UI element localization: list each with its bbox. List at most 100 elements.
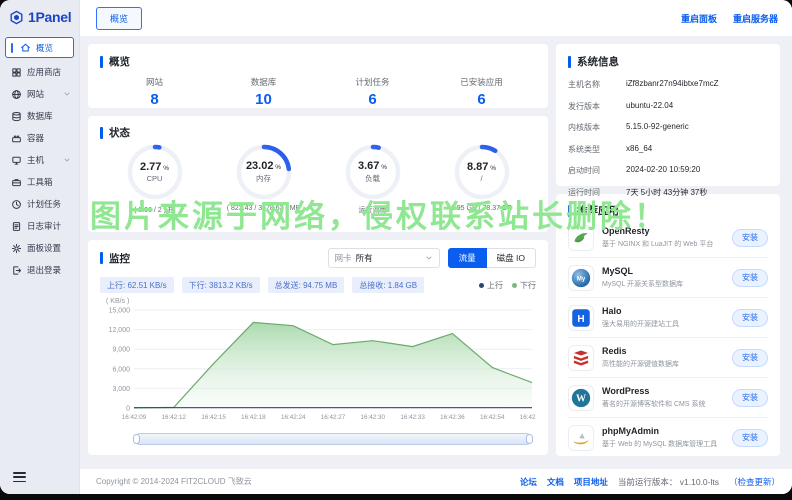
- sidebar-item-4[interactable]: 容器: [0, 127, 79, 149]
- traffic-badge: 下行: 3813.2 KB/s: [182, 277, 260, 293]
- sidebar-item-label: 主机: [27, 154, 44, 166]
- sidebar-item-2[interactable]: 网站: [0, 83, 79, 105]
- svg-text:16:42:33: 16:42:33: [400, 414, 425, 421]
- sidebar-item-3[interactable]: 数据库: [0, 105, 79, 127]
- footer-link[interactable]: 文档: [547, 476, 564, 488]
- overview-stat[interactable]: 网站8: [100, 76, 209, 108]
- footer-link[interactable]: 论坛: [520, 476, 537, 488]
- svg-text:9,000: 9,000: [112, 347, 130, 354]
- svg-text:16:42:15: 16:42:15: [201, 414, 226, 421]
- datazoom-handle-right[interactable]: [526, 434, 533, 444]
- title-bar-icon: [568, 205, 571, 217]
- phpmyadmin-icon: [568, 425, 594, 451]
- gauge-subtext: 6.95 GB / 78.37 GB: [451, 205, 512, 212]
- brand-logo: 1Panel: [0, 0, 79, 25]
- sidebar-item-5[interactable]: 主机: [0, 149, 79, 171]
- system-info-title: 系统信息: [568, 54, 768, 69]
- collapse-menu-button[interactable]: [13, 472, 26, 485]
- sidebar-item-label: 退出登录: [27, 264, 61, 276]
- container-icon: [11, 133, 22, 144]
- status-card: 状态 2.77 %CPU( 0.06 / 2 ) 核23.02 %内存( 823…: [88, 116, 548, 232]
- svg-text:15,000: 15,000: [109, 308, 131, 315]
- info-value: x86_64: [626, 144, 652, 155]
- stat-label: 数据库: [209, 76, 318, 88]
- app-row: HHalo强大易用的开源建站工具安装: [568, 298, 768, 338]
- gauge-value: 2.77 %: [140, 161, 169, 173]
- sidebar-item-10[interactable]: 退出登录: [0, 259, 79, 281]
- sidebar-item-6[interactable]: 工具箱: [0, 171, 79, 193]
- svg-text:16:42:18: 16:42:18: [241, 414, 266, 421]
- traffic-badge: 总接收: 1.84 GB: [352, 277, 424, 293]
- system-info-row: 发行版本 ubuntu-22.04: [568, 101, 768, 112]
- sidebar-item-7[interactable]: 计划任务: [0, 193, 79, 215]
- overview-stat[interactable]: 已安装应用6: [427, 76, 536, 108]
- install-button[interactable]: 安装: [732, 269, 768, 287]
- install-button[interactable]: 安装: [732, 389, 768, 407]
- overview-stat[interactable]: 计划任务6: [318, 76, 427, 108]
- svg-text:16:42:24: 16:42:24: [281, 414, 306, 421]
- app-description: 强大易用的开源建站工具: [602, 319, 726, 329]
- network-card-select[interactable]: 网卡 所有: [328, 248, 440, 268]
- restart-panel-button[interactable]: 重启面板: [681, 12, 717, 25]
- overview-card: 概览 网站8数据库 10计划任务6已安装应用6: [88, 44, 548, 108]
- app-description: 高性能的开源键值数据库: [602, 359, 726, 369]
- check-update-link[interactable]: （检查更新）: [729, 476, 780, 488]
- version-label: 当前运行版本： v1.10.0-lts: [618, 476, 719, 488]
- install-button[interactable]: 安装: [732, 309, 768, 327]
- system-info-row: 启动时间2024-02-20 10:59:20: [568, 165, 768, 176]
- info-value: ubuntu-22.04: [626, 101, 673, 112]
- legend-item[interactable]: 上行: [479, 280, 503, 291]
- legend-item[interactable]: 下行: [512, 280, 536, 291]
- chart-datazoom-slider[interactable]: [134, 433, 532, 445]
- stat-value: 10: [209, 91, 318, 108]
- restart-server-button[interactable]: 重启服务器: [733, 12, 778, 25]
- status-card-title: 状态: [100, 125, 536, 140]
- install-button[interactable]: 安装: [732, 349, 768, 367]
- install-button[interactable]: 安装: [732, 429, 768, 447]
- system-info-rows: 主机名称iZf8zbanr27n94ibtxe7mcZ发行版本ubuntu-22…: [568, 79, 768, 198]
- disk-io-button[interactable]: 磁盘 IO: [487, 248, 536, 268]
- footer: Copyright © 2014-2024 FIT2CLOUD 飞致云 论坛文档…: [80, 469, 792, 494]
- info-label: 发行版本: [568, 101, 616, 112]
- footer-link[interactable]: 项目地址: [574, 476, 608, 488]
- svg-text:16:42:09: 16:42:09: [122, 414, 147, 421]
- info-label: 主机名称: [568, 79, 616, 90]
- gauge-label: /: [480, 174, 482, 183]
- sidebar-item-label: 日志审计: [27, 220, 61, 232]
- svg-text:0: 0: [126, 406, 130, 413]
- sidebar: 1Panel 概览应用商店网站数据库容器主机工具箱计划任务日志审计面板设置退出登…: [0, 0, 80, 494]
- install-button[interactable]: 安装: [732, 229, 768, 247]
- right-column: 系统信息 主机名称iZf8zbanr27n94ibtxe7mcZ发行版本ubun…: [556, 44, 780, 456]
- traffic-button[interactable]: 流量: [448, 248, 487, 268]
- gauge-value: 23.02 %: [246, 160, 281, 172]
- sidebar-item-9[interactable]: 面板设置: [0, 237, 79, 259]
- traffic-badge: 上行: 62.51 KB/s: [100, 277, 174, 293]
- svg-text:6,000: 6,000: [112, 366, 130, 373]
- active-indicator: [11, 43, 13, 53]
- app-name: OpenResty: [602, 226, 726, 236]
- status-gauge: 23.02 %内存( 823.43 / 3578.63 ) MB: [209, 143, 318, 215]
- app-name: MySQL: [602, 266, 726, 276]
- app-description: MySQL 开源关系型数据库: [602, 279, 726, 289]
- svg-text:16:42:12: 16:42:12: [162, 414, 187, 421]
- sidebar-item-0[interactable]: 概览: [5, 37, 74, 58]
- sidebar-item-label: 网站: [27, 88, 44, 100]
- app-name: Redis: [602, 346, 726, 356]
- overview-card-title: 概览: [100, 54, 536, 69]
- system-info-card: 系统信息 主机名称iZf8zbanr27n94ibtxe7mcZ发行版本ubun…: [556, 44, 780, 186]
- svg-text:16:42:54: 16:42:54: [480, 414, 505, 421]
- status-gauge: 2.77 %CPU( 0.06 / 2 ) 核: [100, 143, 209, 215]
- sidebar-item-1[interactable]: 应用商店: [0, 61, 79, 83]
- tab-overview[interactable]: 概览: [96, 7, 142, 30]
- stat-value: 6: [318, 91, 427, 108]
- svg-text:16:42:30: 16:42:30: [361, 414, 386, 421]
- datazoom-handle-left[interactable]: [133, 434, 140, 444]
- app-row: My MySQL MySQL 开源关系型数据库安装: [568, 258, 768, 298]
- gauge-value: 3.67 %: [358, 160, 387, 172]
- sidebar-item-8[interactable]: 日志审计: [0, 215, 79, 237]
- footer-links: 论坛文档项目地址: [520, 476, 608, 488]
- app-name: WordPress: [602, 386, 726, 396]
- cronjob-icon: [11, 199, 22, 210]
- overview-stat[interactable]: 数据库 10: [209, 76, 318, 108]
- svg-text:My: My: [577, 276, 586, 282]
